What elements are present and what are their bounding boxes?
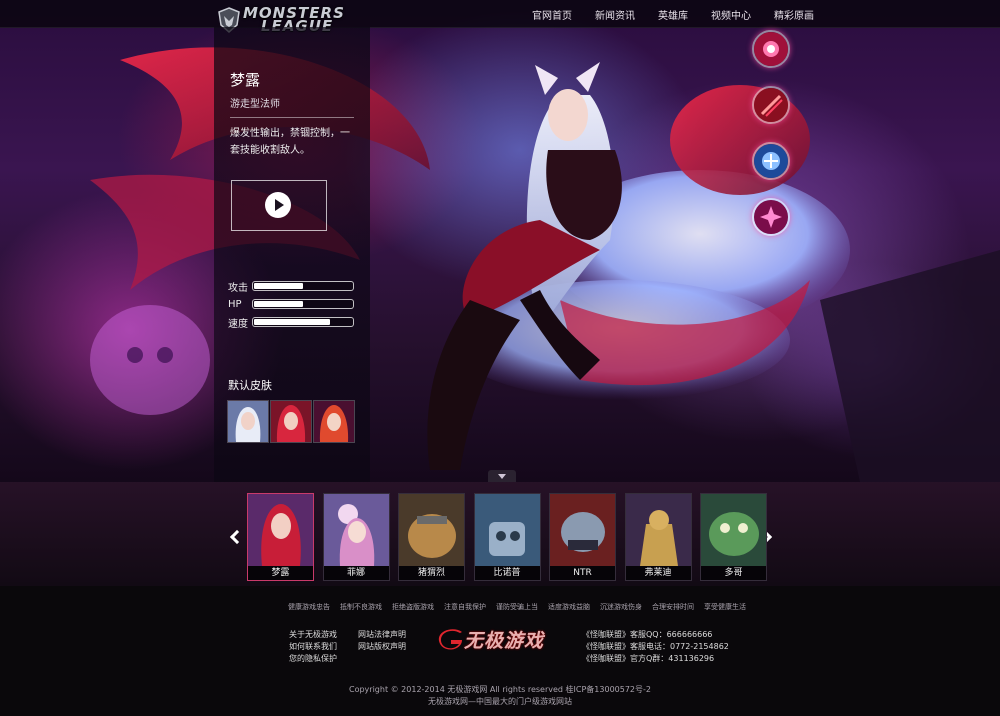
hero-portrait [550,494,615,566]
nav-home[interactable]: 官网首页 [532,7,572,22]
footer-advisory: 享受健康生活 [704,603,746,611]
hero-role: 游走型法师 [230,99,280,110]
footer-advisory: 谨防受骗上当 [496,603,538,611]
stat-speed: 速度 [228,313,354,331]
nav-heroes[interactable]: 英雄库 [658,7,688,22]
skill-slot-3[interactable] [752,142,790,180]
hero-card[interactable]: 猪猬烈 [398,493,465,581]
hero-portrait [248,494,313,566]
contact-link[interactable]: 如何联系我们 [289,641,337,653]
brand-swirl-icon [438,628,462,650]
skin-portrait-icon [314,401,354,442]
footer-advisory: 抵制不良游戏 [340,603,382,611]
stat-label: 速度 [228,318,248,330]
site-slogan: 无极游戏网—中国最大的门户级游戏网站 [428,697,572,706]
hero-list: 梦露 菲娜 猪猬烈 比诺普 NTR 弗莱迪 多哥 [247,493,776,581]
skill-slot-1[interactable] [752,30,790,68]
site-footer: 健康游戏忠告 抵制不良游戏 拒绝盗版游戏 注意自我保护 谨防受骗上当 适度游戏益… [0,586,1000,716]
legal-links: 网站法律声明 网站版权声明 [358,629,406,653]
hero-stats: 攻击 HP 速度 [228,277,354,331]
hero-portrait [701,494,766,566]
stat-label: HP [228,298,242,310]
hero-card-name: 多哥 [701,566,766,580]
stat-fill [254,319,330,325]
stat-fill [254,301,303,307]
skill-slot-2[interactable] [752,86,790,124]
privacy-link[interactable]: 您的隐私保护 [289,653,337,665]
stat-hp: HP [228,295,354,313]
hero-card[interactable]: 梦露 [247,493,314,581]
hero-description: 爆发性输出，禁锢控制，一套技能收割敌人。 [230,128,350,156]
hero-info-panel: 梦露 游走型法师 爆发性输出，禁锢控制，一套技能收割敌人。 攻击 HP 速度 默… [214,27,370,482]
stat-fill [254,283,303,289]
hero-portrait [323,494,389,566]
contact-phone: 《怪咖联盟》客服电话：0772-2154862 [582,642,729,651]
splash-illustration [90,47,1000,482]
nav-videos[interactable]: 视频中心 [711,7,751,22]
stat-bar-hp [252,299,354,309]
divider [230,117,354,118]
hero-portrait [474,494,540,566]
contact-group: 《怪咖联盟》官方Q群：431136296 [582,654,715,663]
copyright-notice-link[interactable]: 网站版权声明 [358,641,406,653]
spirit-rush-icon [754,88,788,122]
main-nav: 官网首页 新闻资讯 英雄库 视频中心 精彩原画 [532,7,837,22]
hero-card-name: 弗莱迪 [625,566,691,580]
about-link[interactable]: 关于无极游戏 [289,629,337,641]
legal-notice-link[interactable]: 网站法律声明 [358,629,406,641]
hero-card[interactable]: 菲娜 [322,493,390,581]
copyright: Copyright © 2012-2014 无极游戏网 All rights r… [349,685,651,694]
contact-qq: 《怪咖联盟》客服QQ：666666666 [582,630,713,639]
skin-thumbnail[interactable] [227,400,269,443]
fox-fire-icon [754,200,788,234]
footer-advisory: 合理安排时间 [652,603,694,611]
stat-bar-speed [252,317,354,327]
skin-thumbnail[interactable] [313,400,355,443]
nav-news[interactable]: 新闻资讯 [595,7,635,22]
skin-list [227,400,356,443]
hero-name: 梦露 [230,71,261,89]
hero-card[interactable]: 多哥 [700,493,767,581]
stat-bar-attack [252,281,354,291]
hero-card-name: 菲娜 [323,566,389,580]
collapse-toggle[interactable] [488,470,516,482]
charm-orb-icon [754,32,788,66]
health-advisory-links: 健康游戏忠告 抵制不良游戏 拒绝盗版游戏 注意自我保护 谨防受骗上当 适度游戏益… [288,602,756,612]
hero-portrait [625,494,691,566]
brand-name: 无极游戏 [464,630,545,652]
stat-label: 攻击 [228,282,248,294]
hero-card[interactable]: 比诺普 [473,493,541,581]
play-icon[interactable] [265,192,291,218]
nav-artwork[interactable]: 精彩原画 [774,7,814,22]
stat-attack: 攻击 [228,277,354,295]
hero-card[interactable]: 弗莱迪 [624,493,692,581]
skill-slot-4[interactable] [752,198,790,236]
top-nav-bar: MONSTERS LEAGUE 官网首页 新闻资讯 英雄库 视频中心 精彩原画 [0,0,1000,34]
prev-arrow-icon[interactable] [228,530,242,546]
hero-splash-art [0,0,1000,482]
hero-card-name: 梦露 [248,566,313,580]
hero-card-name: 猪猬烈 [399,566,464,580]
hero-card-name: 比诺普 [474,566,540,580]
contact-info: 《怪咖联盟》客服QQ：666666666 《怪咖联盟》客服电话：0772-215… [582,629,729,665]
footer-advisory: 沉迷游戏伤身 [600,603,642,611]
skin-portrait-icon [228,401,268,442]
skin-section-title: 默认皮肤 [228,379,272,392]
hero-portrait [399,494,464,566]
skill-icons [752,30,790,254]
footer-advisory: 注意自我保护 [444,603,486,611]
footer-advisory: 适度游戏益脑 [548,603,590,611]
footer-advisory: 拒绝盗版游戏 [392,603,434,611]
orb-deception-icon [754,144,788,178]
hero-card-name: NTR [550,566,615,580]
footer-advisory: 健康游戏忠告 [288,603,330,611]
skin-thumbnail[interactable] [270,400,312,443]
footer-brand-logo[interactable]: 无极游戏 [438,626,544,653]
skin-portrait-icon [271,401,311,442]
about-links: 关于无极游戏 如何联系我们 您的隐私保护 [289,629,337,665]
hero-video-player[interactable] [231,180,327,231]
hero-card[interactable]: NTR [549,493,616,581]
